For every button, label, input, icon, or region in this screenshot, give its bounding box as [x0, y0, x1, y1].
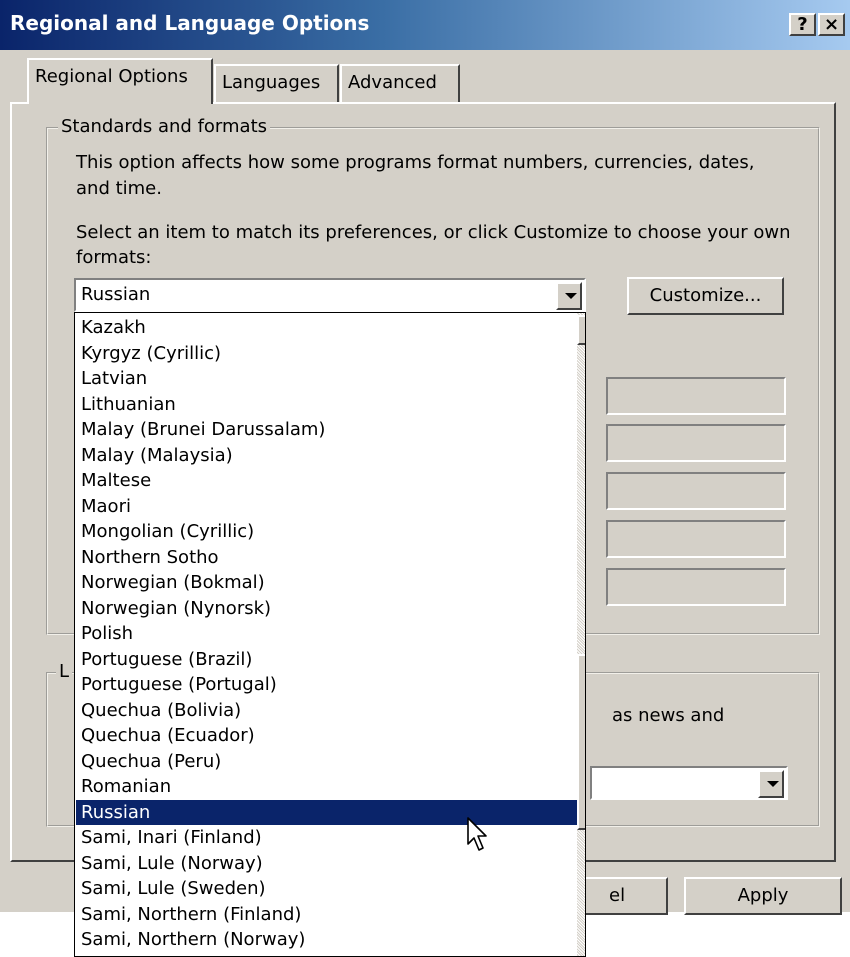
vertical-scrollbar[interactable]	[577, 313, 585, 956]
list-item[interactable]: Portuguese (Brazil)	[76, 647, 577, 673]
format-select-dropdown-button[interactable]	[556, 282, 582, 310]
format-select[interactable]: Russian	[74, 278, 586, 312]
list-item[interactable]: Quechua (Bolivia)	[76, 698, 577, 724]
standards-description-line2: and time.	[76, 178, 162, 199]
apply-button-label: Apply	[737, 885, 789, 906]
tab-advanced[interactable]: Advanced	[340, 64, 460, 102]
location-description-fragment: as news and	[612, 705, 725, 726]
list-item[interactable]: Russian	[76, 799, 577, 825]
sample-field-5	[606, 568, 786, 606]
select-instruction-line2: formats:	[76, 247, 152, 268]
list-item[interactable]: Kazakh	[76, 315, 577, 341]
format-select-value: Russian	[81, 284, 151, 305]
cancel-button-label: el	[609, 885, 626, 906]
sample-field-3	[606, 472, 786, 510]
list-item[interactable]: Sami, Northern (Finland)	[76, 902, 577, 928]
sample-field-4	[606, 520, 786, 558]
list-item[interactable]: Sami, Lule (Norway)	[76, 851, 577, 877]
list-item[interactable]: Malay (Brunei Darussalam)	[76, 417, 577, 443]
list-item[interactable]: Kyrgyz (Cyrillic)	[76, 341, 577, 367]
window-title: Regional and Language Options	[10, 11, 370, 35]
tab-regional-options[interactable]: Regional Options	[27, 58, 213, 104]
location-group-label: L	[56, 661, 73, 682]
list-item[interactable]: Quechua (Ecuador)	[76, 723, 577, 749]
list-item[interactable]: Sami, Inari (Finland)	[76, 825, 577, 851]
list-item[interactable]: Northern Sotho	[76, 545, 577, 571]
list-item[interactable]: Latvian	[76, 366, 577, 392]
mouse-cursor-icon	[467, 817, 487, 851]
list-item[interactable]: Mongolian (Cyrillic)	[76, 519, 577, 545]
chevron-down-icon	[767, 781, 779, 787]
sample-field-1	[606, 377, 786, 415]
location-select[interactable]	[590, 766, 788, 800]
standards-description-line1: This option affects how some programs fo…	[76, 152, 755, 173]
help-button[interactable]: ?	[789, 13, 816, 36]
tab-label: Advanced	[348, 72, 437, 93]
scroll-up-button[interactable]	[577, 315, 585, 345]
list-item[interactable]: Maori	[76, 494, 577, 520]
format-dropdown-list[interactable]: Kazakh Kyrgyz (Cyrillic) Latvian Lithuanian…	[74, 312, 586, 957]
standards-group-label: Standards and formats	[58, 116, 271, 137]
list-item[interactable]: Romanian	[76, 774, 577, 800]
list-item[interactable]: Norwegian (Bokmal)	[76, 570, 577, 596]
sample-field-2	[606, 424, 786, 462]
list-item[interactable]: Norwegian (Nynorsk)	[76, 596, 577, 622]
list-item[interactable]: Sami, Northern (Norway)	[76, 927, 577, 953]
list-item[interactable]: Maltese	[76, 468, 577, 494]
list-item[interactable]: Lithuanian	[76, 392, 577, 418]
select-instruction-line1: Select an item to match its preferences,…	[76, 222, 791, 243]
list-item[interactable]: Malay (Malaysia)	[76, 443, 577, 469]
dropdown-items: Kazakh Kyrgyz (Cyrillic) Latvian Lithuanian…	[76, 315, 577, 953]
close-button[interactable]: ×	[818, 13, 845, 36]
location-select-dropdown-button[interactable]	[758, 770, 784, 798]
chevron-down-icon	[565, 293, 577, 299]
tab-languages[interactable]: Languages	[214, 64, 339, 102]
customize-button[interactable]: Customize...	[627, 277, 784, 315]
apply-button[interactable]: Apply	[684, 877, 842, 915]
list-item[interactable]: Quechua (Peru)	[76, 749, 577, 775]
customize-button-label: Customize...	[649, 285, 762, 306]
tab-label: Regional Options	[35, 66, 188, 87]
scrollbar-thumb[interactable]	[577, 654, 585, 830]
tab-label: Languages	[222, 72, 321, 93]
list-item[interactable]: Polish	[76, 621, 577, 647]
list-item[interactable]: Portuguese (Portugal)	[76, 672, 577, 698]
title-bar[interactable]: Regional and Language Options ? ×	[0, 0, 850, 50]
list-item[interactable]: Sami, Lule (Sweden)	[76, 876, 577, 902]
